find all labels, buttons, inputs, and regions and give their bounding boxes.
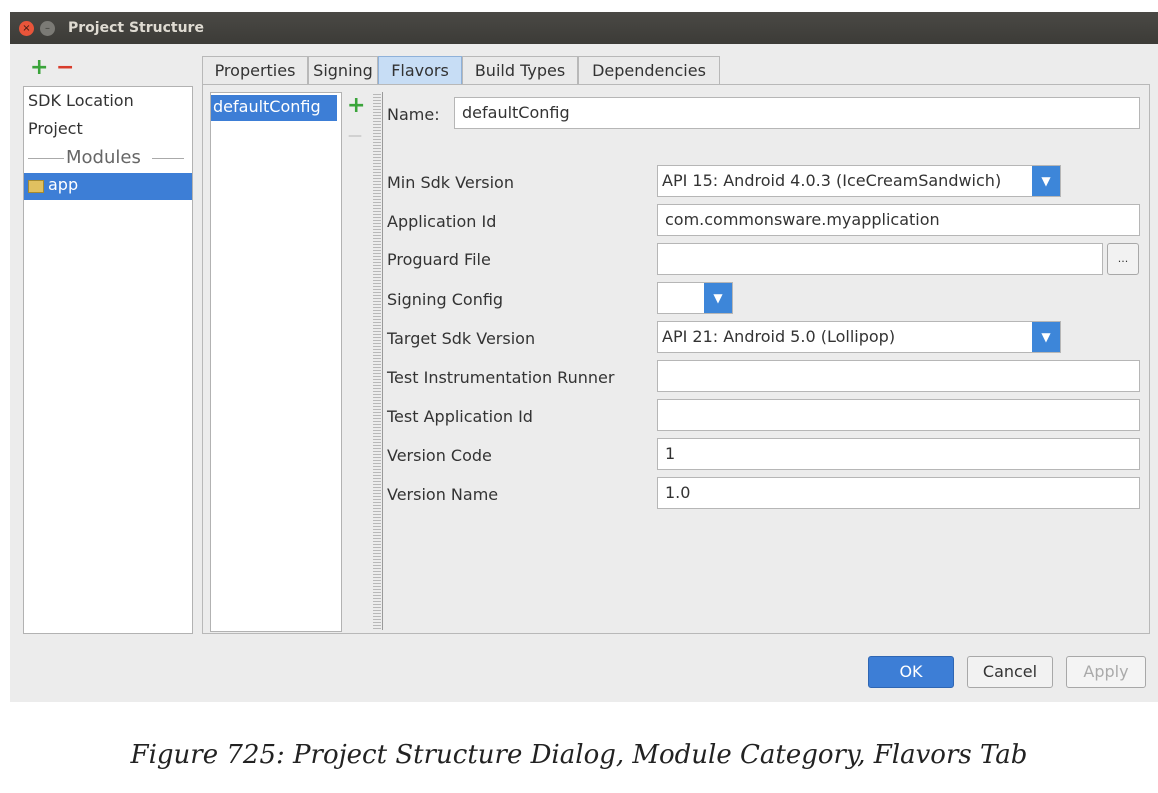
target-sdk-label: Target Sdk Version <box>387 329 536 348</box>
min-sdk-label: Min Sdk Version <box>387 173 514 192</box>
signing-config-label: Signing Config <box>387 290 504 309</box>
name-label: Name: <box>387 105 440 124</box>
add-category-button[interactable]: + <box>30 57 48 79</box>
splitter-handle[interactable] <box>373 92 381 630</box>
modules-separator-right <box>152 158 184 159</box>
remove-flavor-button[interactable]: — <box>348 126 362 146</box>
apply-button[interactable]: Apply <box>1066 656 1146 688</box>
signing-config-select[interactable]: ▼ <box>657 282 733 314</box>
category-list: SDK Location Project Modules app <box>23 86 193 634</box>
tab-properties[interactable]: Properties <box>202 56 308 84</box>
module-item-label: app <box>48 175 79 194</box>
flavor-toolbar: + — <box>342 92 372 630</box>
application-id-field[interactable]: com.commonsware.myapplication <box>657 204 1140 236</box>
project-structure-dialog: × – Project Structure + − SDK Location P… <box>10 12 1158 702</box>
window-title: Project Structure <box>68 20 204 36</box>
module-folder-icon <box>28 180 44 193</box>
name-field[interactable]: defaultConfig <box>454 97 1140 129</box>
flavor-item-label: defaultConfig <box>213 97 321 116</box>
remove-category-button[interactable]: − <box>56 57 74 79</box>
test-application-id-field[interactable] <box>657 399 1140 431</box>
proguard-browse-button[interactable]: ... <box>1107 243 1139 275</box>
tab-dependencies[interactable]: Dependencies <box>578 56 720 84</box>
test-application-id-label: Test Application Id <box>387 407 533 426</box>
modules-separator-left <box>28 158 64 159</box>
title-bar: × – Project Structure <box>10 12 1158 44</box>
module-item-app[interactable]: app <box>24 173 192 200</box>
test-runner-label: Test Instrumentation Runner <box>387 368 615 387</box>
min-sdk-value: API 15: Android 4.0.3 (IceCreamSandwich) <box>662 171 1002 190</box>
min-sdk-select[interactable]: API 15: Android 4.0.3 (IceCreamSandwich)… <box>657 165 1061 197</box>
add-flavor-button[interactable]: + <box>347 95 365 117</box>
version-name-field[interactable]: 1.0 <box>657 477 1140 509</box>
tab-build-types[interactable]: Build Types <box>462 56 578 84</box>
chevron-down-icon: ▼ <box>1032 166 1060 196</box>
flavor-list: defaultConfig <box>210 92 342 632</box>
close-icon[interactable]: × <box>19 21 34 36</box>
figure-caption: Figure 725: Project Structure Dialog, Mo… <box>130 740 1028 770</box>
flavor-item-defaultconfig[interactable]: defaultConfig <box>211 95 337 121</box>
version-code-field[interactable]: 1 <box>657 438 1140 470</box>
tab-flavors[interactable]: Flavors <box>378 56 462 84</box>
tab-signing[interactable]: Signing <box>308 56 378 84</box>
splitter-border <box>382 92 383 630</box>
version-code-label: Version Code <box>387 446 492 465</box>
chevron-down-icon: ▼ <box>1032 322 1060 352</box>
application-id-label: Application Id <box>387 212 497 231</box>
cancel-button[interactable]: Cancel <box>967 656 1053 688</box>
target-sdk-select[interactable]: API 21: Android 5.0 (Lollipop) ▼ <box>657 321 1061 353</box>
proguard-file-label: Proguard File <box>387 250 491 269</box>
category-sdk-location[interactable]: SDK Location <box>28 91 134 110</box>
version-name-label: Version Name <box>387 485 499 504</box>
minimize-icon[interactable]: – <box>40 21 55 36</box>
chevron-down-icon: ▼ <box>704 283 732 313</box>
proguard-file-field[interactable] <box>657 243 1103 275</box>
category-project[interactable]: Project <box>28 119 83 138</box>
test-runner-field[interactable] <box>657 360 1140 392</box>
modules-section-label: Modules <box>66 147 141 168</box>
ok-button[interactable]: OK <box>868 656 954 688</box>
target-sdk-value: API 21: Android 5.0 (Lollipop) <box>662 327 896 346</box>
